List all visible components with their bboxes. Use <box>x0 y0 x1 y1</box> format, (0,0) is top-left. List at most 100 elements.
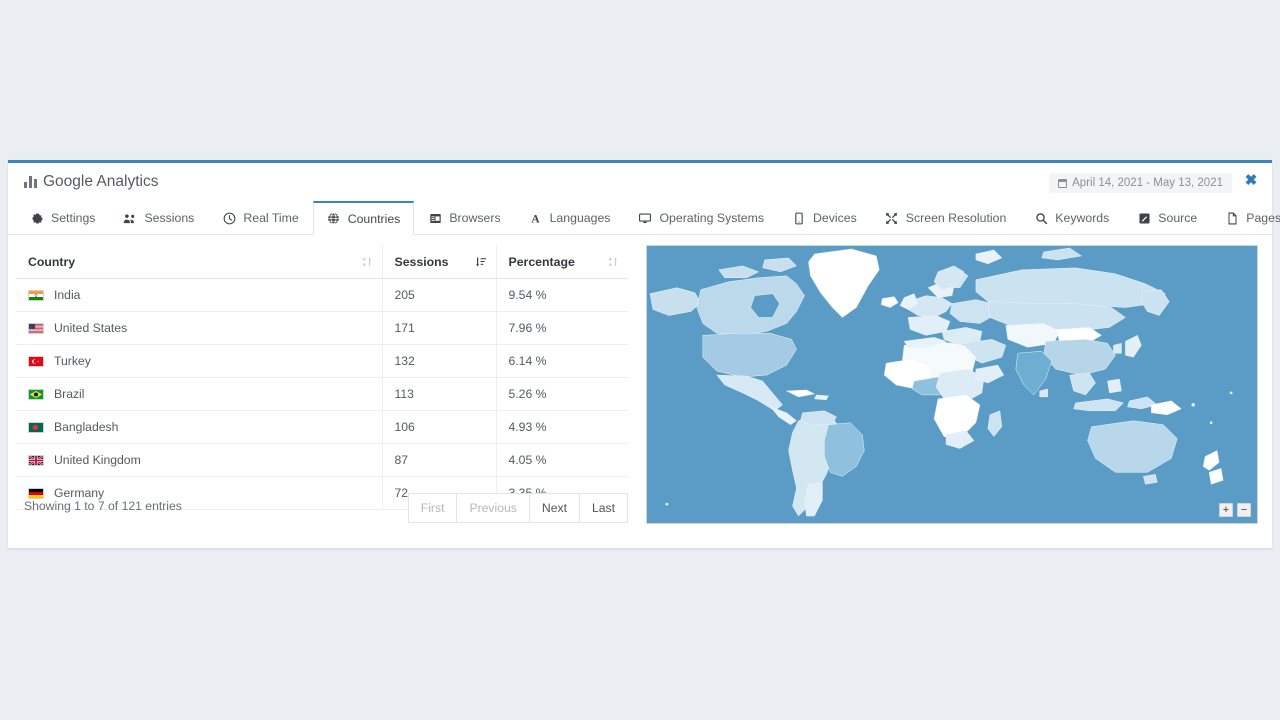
bar-chart-icon <box>24 176 37 188</box>
cell-country: Turkey <box>16 345 382 378</box>
window-icon <box>428 211 442 225</box>
tab-countries[interactable]: Countries <box>313 201 415 235</box>
cell-percentage: 9.54 % <box>496 279 628 312</box>
tab-label: Sessions <box>144 211 194 225</box>
date-range-text: April 14, 2021 - May 13, 2021 <box>1072 177 1223 189</box>
cell-percentage: 7.96 % <box>496 312 628 345</box>
sort-both-icon <box>361 256 373 268</box>
cell-sessions: 87 <box>382 444 496 477</box>
table-row[interactable]: United States 171 7.96 % <box>16 312 628 345</box>
countries-table-panel: Country Sessions Percentage <box>8 235 636 548</box>
cell-country: Bangladesh <box>16 411 382 444</box>
tab-settings[interactable]: Settings <box>16 201 109 235</box>
cell-percentage: 4.93 % <box>496 411 628 444</box>
column-header-sessions[interactable]: Sessions <box>382 245 496 279</box>
world-map-svg <box>647 246 1257 523</box>
calendar-icon <box>1058 179 1067 188</box>
page-title: Google Analytics <box>24 173 158 191</box>
tab-source[interactable]: Source <box>1123 201 1211 235</box>
showing-entries-text: Showing 1 to 7 of 121 entries <box>24 499 182 513</box>
tab-label: Screen Resolution <box>906 211 1006 225</box>
tab-label: Settings <box>51 211 95 225</box>
country-name: United Kingdom <box>54 453 141 467</box>
table-row[interactable]: India 205 9.54 % <box>16 279 628 312</box>
tab-screen-resolution[interactable]: Screen Resolution <box>871 201 1020 235</box>
date-range-badge[interactable]: April 14, 2021 - May 13, 2021 <box>1049 173 1232 193</box>
column-header-country[interactable]: Country <box>16 245 382 279</box>
map-zoom-controls: + − <box>1219 503 1251 517</box>
cell-country: India <box>16 279 382 312</box>
flag-gb-icon <box>28 455 44 466</box>
flag-in-icon <box>28 290 44 301</box>
tab-label: Countries <box>348 212 401 226</box>
expand-icon <box>885 211 899 225</box>
tab-label: Pages <box>1246 211 1280 225</box>
column-header-label: Percentage <box>509 255 575 269</box>
tab-devices[interactable]: Devices <box>778 201 871 235</box>
country-name: Bangladesh <box>54 420 118 434</box>
map-zoom-out-button[interactable]: − <box>1237 503 1251 517</box>
tab-browsers[interactable]: Browsers <box>414 201 514 235</box>
tab-label: Languages <box>550 211 611 225</box>
cell-country: Brazil <box>16 378 382 411</box>
cell-sessions: 171 <box>382 312 496 345</box>
analytics-card: Google Analytics April 14, 2021 - May 13… <box>8 160 1272 548</box>
font-a-icon: A <box>529 211 543 225</box>
pen-square-icon <box>1137 211 1151 225</box>
pagination-next-button[interactable]: Next <box>529 493 579 523</box>
map-zoom-in-button[interactable]: + <box>1219 503 1233 517</box>
cell-sessions: 205 <box>382 279 496 312</box>
table-row[interactable]: Turkey 132 6.14 % <box>16 345 628 378</box>
cell-sessions: 113 <box>382 378 496 411</box>
tab-bar: Settings Sessions Real Time Countries Br… <box>8 200 1272 235</box>
cell-percentage: 4.05 % <box>496 444 628 477</box>
table-row[interactable]: Brazil 113 5.26 % <box>16 378 628 411</box>
sort-amount-desc-icon <box>475 256 487 268</box>
close-icon[interactable]: ✖ <box>1244 174 1258 188</box>
countries-table: Country Sessions Percentage <box>16 245 628 510</box>
page-root: Google Analytics April 14, 2021 - May 13… <box>0 0 1280 720</box>
tab-languages[interactable]: A Languages <box>515 201 625 235</box>
globe-icon <box>327 212 341 226</box>
tab-label: Operating Systems <box>659 211 764 225</box>
flag-tr-icon <box>28 356 44 367</box>
cell-percentage: 5.26 % <box>496 378 628 411</box>
file-icon <box>1225 211 1239 225</box>
tab-keywords[interactable]: Keywords <box>1020 201 1123 235</box>
cell-country: United Kingdom <box>16 444 382 477</box>
flag-us-icon <box>28 323 44 334</box>
card-body: Country Sessions Percentage <box>8 235 1272 548</box>
tab-operating-systems[interactable]: Operating Systems <box>624 201 778 235</box>
cell-sessions: 132 <box>382 345 496 378</box>
country-name: Brazil <box>54 387 84 401</box>
pagination-last-button[interactable]: Last <box>579 493 628 523</box>
tab-real-time[interactable]: Real Time <box>208 201 312 235</box>
desktop-icon <box>638 211 652 225</box>
sort-both-icon <box>607 256 619 268</box>
tab-label: Browsers <box>449 211 500 225</box>
cell-country: United States <box>16 312 382 345</box>
tab-sessions[interactable]: Sessions <box>109 201 208 235</box>
tab-label: Source <box>1158 211 1197 225</box>
table-row[interactable]: United Kingdom 87 4.05 % <box>16 444 628 477</box>
column-header-percentage[interactable]: Percentage <box>496 245 628 279</box>
svg-text:A: A <box>531 213 540 224</box>
table-body: India 205 9.54 % United States 171 7.96 … <box>16 279 628 510</box>
pagination-previous-button[interactable]: Previous <box>456 493 528 523</box>
world-map[interactable]: + − <box>646 245 1258 524</box>
pagination: First Previous Next Last <box>408 493 628 523</box>
clock-icon <box>222 211 236 225</box>
world-map-panel: + − <box>636 235 1272 548</box>
tab-label: Keywords <box>1055 211 1109 225</box>
tab-pages[interactable]: Pages <box>1211 201 1280 235</box>
table-footer: Showing 1 to 7 of 121 entries First Prev… <box>8 489 636 529</box>
column-header-label: Sessions <box>395 255 449 269</box>
tab-label: Devices <box>813 211 857 225</box>
table-row[interactable]: Bangladesh 106 4.93 % <box>16 411 628 444</box>
card-header: Google Analytics April 14, 2021 - May 13… <box>8 163 1272 200</box>
gear-icon <box>30 211 44 225</box>
card-title-text: Google Analytics <box>43 173 158 191</box>
flag-br-icon <box>28 389 44 400</box>
cell-sessions: 106 <box>382 411 496 444</box>
pagination-first-button[interactable]: First <box>408 493 457 523</box>
